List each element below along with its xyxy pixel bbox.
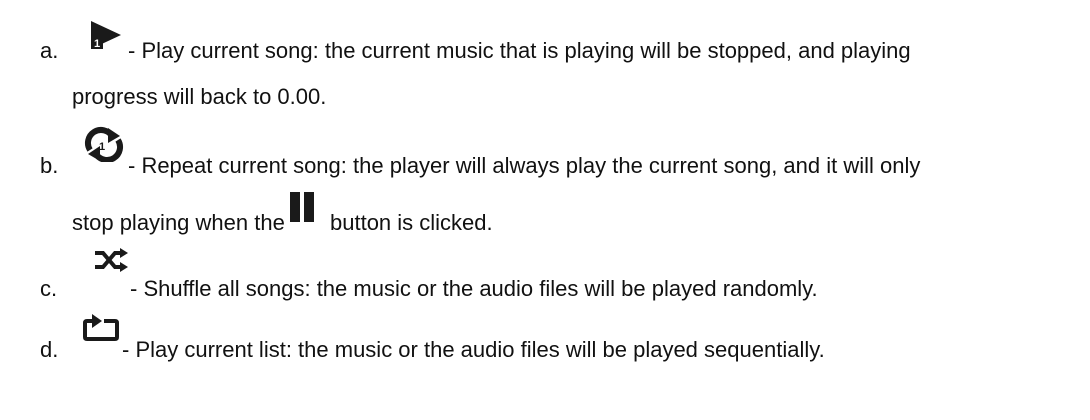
item-text-d: - Play current list: the music or the au… xyxy=(122,337,825,362)
item-text-a-line1: - Play current song: the current music t… xyxy=(128,38,911,63)
item-marker-c: c. xyxy=(40,276,58,301)
play-current-song-icon: 1 xyxy=(91,21,121,50)
svg-text:1: 1 xyxy=(99,141,105,153)
play-current-list-icon xyxy=(83,314,119,341)
item-marker-b: b. xyxy=(40,153,59,178)
shuffle-icon xyxy=(95,248,128,272)
pause-icon xyxy=(290,192,314,222)
item-text-b-line2-before: stop playing when the xyxy=(72,210,285,235)
item-text-a-line2: progress will back to 0.00. xyxy=(72,84,327,109)
item-text-c: - Shuffle all songs: the music or the au… xyxy=(130,276,818,301)
item-text-b-line2-after: button is clicked. xyxy=(330,210,493,235)
item-marker-d: d. xyxy=(40,337,59,362)
repeat-current-song-icon: 1 xyxy=(85,127,123,162)
svg-text:1: 1 xyxy=(94,38,100,50)
item-text-b-line1: - Repeat current song: the player will a… xyxy=(128,153,921,178)
item-marker-a: a. xyxy=(40,38,59,63)
